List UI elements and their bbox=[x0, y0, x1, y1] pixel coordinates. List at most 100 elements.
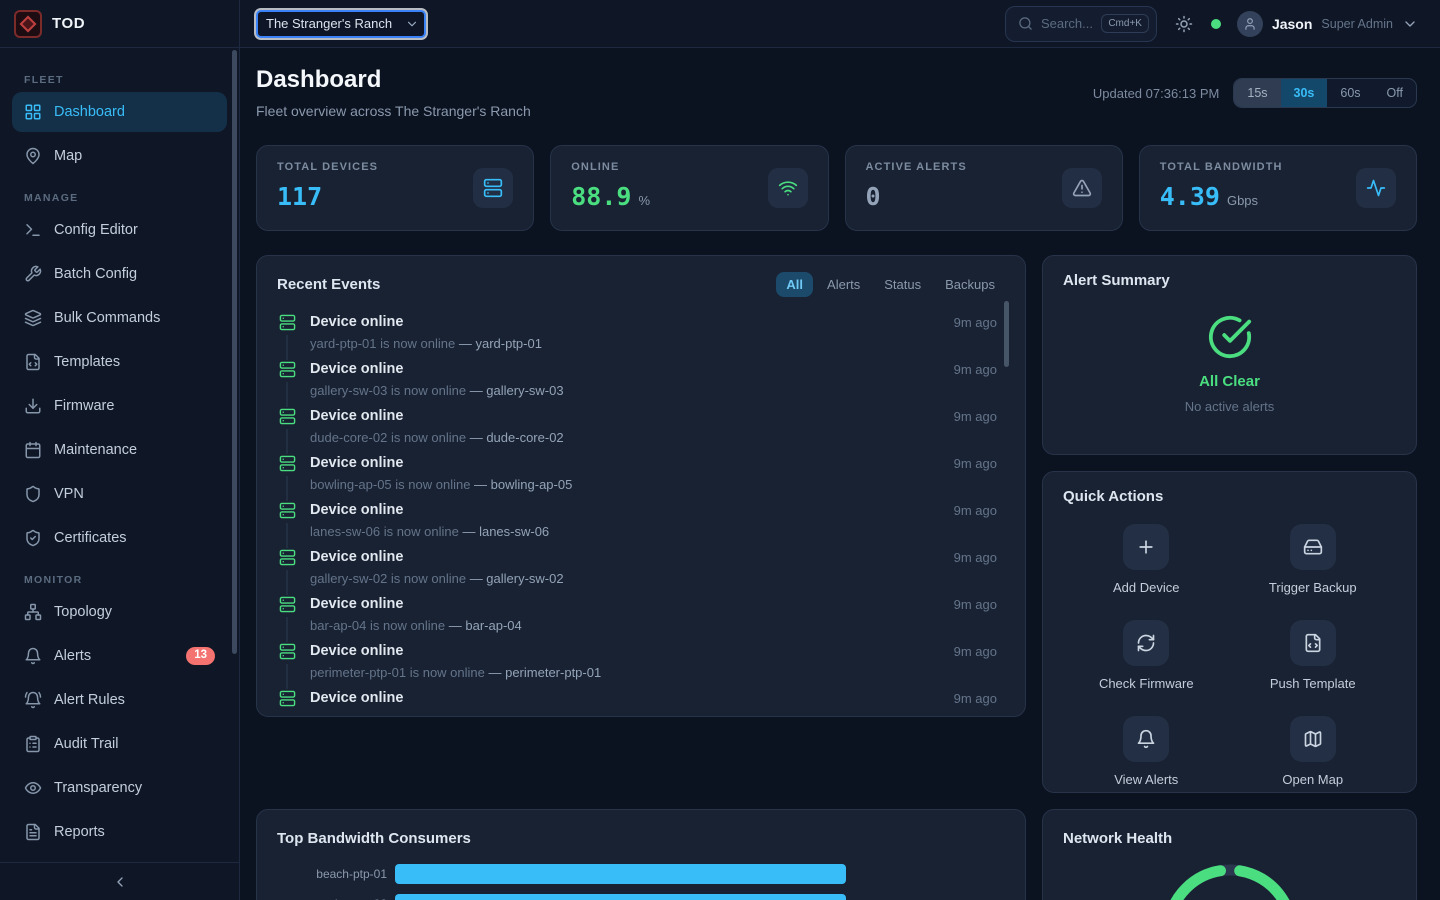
quick-action-trigger-backup[interactable]: Trigger Backup bbox=[1230, 524, 1397, 595]
layout-grid-icon bbox=[24, 103, 42, 121]
topbar-right: Search... Cmd+K Jason Super Admin bbox=[1005, 6, 1440, 42]
quick-action-add-device[interactable]: Add Device bbox=[1063, 524, 1230, 595]
event-row[interactable]: Device onlinebowling-ap-05 is now online… bbox=[277, 454, 997, 493]
search-icon bbox=[1018, 16, 1033, 31]
global-search[interactable]: Search... Cmd+K bbox=[1005, 6, 1157, 42]
sidebar-item-label: Certificates bbox=[54, 530, 127, 546]
event-row[interactable]: Device onlinedude-core-02 is now online … bbox=[277, 407, 997, 446]
chevron-down-icon bbox=[1402, 16, 1418, 32]
event-row[interactable]: Device onlinelanes-sw-06 is now online —… bbox=[277, 501, 997, 540]
sidebar-item-label: Audit Trail bbox=[54, 736, 118, 752]
sidebar-item-config-editor[interactable]: Config Editor bbox=[12, 210, 227, 250]
sidebar-item-templates[interactable]: Templates bbox=[12, 342, 227, 382]
stat-value: 117 bbox=[277, 182, 322, 211]
event-row[interactable]: Device onlinebar-ap-04 is now online — b… bbox=[277, 595, 997, 634]
user-icon bbox=[1243, 17, 1257, 31]
sidebar-section-label: FLEET bbox=[24, 74, 215, 86]
event-subtitle: gallery-sw-03 is now online — gallery-sw… bbox=[310, 382, 941, 399]
map-pin-icon bbox=[24, 147, 42, 165]
stat-value: 4.39 bbox=[1160, 182, 1220, 211]
server-icon bbox=[277, 642, 297, 664]
event-row[interactable]: Device online gallery-sw-02 is now online… bbox=[277, 548, 997, 587]
stat-value: 88.9 bbox=[571, 182, 631, 211]
file-code-icon bbox=[1290, 620, 1336, 666]
site-selector[interactable]: The Stranger's Ranch bbox=[256, 10, 426, 38]
gauge-ring bbox=[1160, 862, 1300, 900]
sidebar-item-dashboard[interactable]: Dashboard bbox=[12, 92, 227, 132]
quick-actions-grid: Add Device Trigger BackupCheck Firmware Pu… bbox=[1063, 524, 1396, 787]
sidebar-item-label: Dashboard bbox=[54, 104, 125, 120]
sidebar-scrollbar-thumb[interactable] bbox=[232, 50, 237, 654]
file-code-icon bbox=[24, 353, 42, 371]
sidebar-item-vpn[interactable]: VPN bbox=[12, 474, 227, 514]
events-tab-alerts[interactable]: Alerts bbox=[817, 272, 870, 297]
sidebar-item-label: Alert Rules bbox=[54, 692, 125, 708]
event-row[interactable]: Device onlineyard-ptp-01 is now online —… bbox=[277, 313, 997, 352]
refresh-option-30s[interactable]: 30s bbox=[1281, 79, 1328, 107]
chevron-left-icon bbox=[112, 874, 128, 890]
sidebar-collapse-button[interactable] bbox=[0, 862, 239, 900]
refresh-option-15s[interactable]: 15s bbox=[1234, 79, 1280, 107]
quick-action-open-map[interactable]: Open Map bbox=[1230, 716, 1397, 787]
server-icon bbox=[277, 595, 297, 617]
sidebar-item-certificates[interactable]: Certificates bbox=[12, 518, 227, 558]
stat-card-total-devices: TOTAL DEVICES117 bbox=[256, 145, 534, 231]
right-column: Alert Summary All Clear No active alerts… bbox=[1042, 255, 1417, 793]
sidebar-item-audit-trail[interactable]: Audit Trail bbox=[12, 724, 227, 764]
refresh-option-off[interactable]: Off bbox=[1374, 79, 1416, 107]
events-tab-backups[interactable]: Backups bbox=[935, 272, 1005, 297]
quick-action-label: View Alerts bbox=[1114, 772, 1178, 787]
event-row[interactable]: Device onlineperimeter-ptp-01 is now onl… bbox=[277, 642, 997, 681]
server-icon bbox=[277, 313, 297, 335]
search-shortcut-badge: Cmd+K bbox=[1101, 14, 1149, 33]
sidebar-item-map[interactable]: Map bbox=[12, 136, 227, 176]
event-subtitle: gallery-sw-02 is now online — gallery-sw… bbox=[310, 570, 941, 587]
sidebar-section-label: MANAGE bbox=[24, 192, 215, 204]
network-health-panel: Network Health 89 bbox=[1042, 809, 1417, 900]
sidebar-item-batch-config[interactable]: Batch Config bbox=[12, 254, 227, 294]
clipboard-list-icon bbox=[24, 735, 42, 753]
avatar bbox=[1237, 11, 1263, 37]
sidebar-item-topology[interactable]: Topology bbox=[12, 592, 227, 632]
sidebar-item-alerts[interactable]: Alerts13 bbox=[12, 636, 227, 676]
updated-timestamp: Updated 07:36:13 PM bbox=[1093, 86, 1219, 101]
quick-action-label: Add Device bbox=[1113, 580, 1179, 595]
event-title: Device online bbox=[310, 689, 941, 708]
quick-action-push-template[interactable]: Push Template bbox=[1230, 620, 1397, 691]
wrench-icon bbox=[24, 265, 42, 283]
sidebar-section-monitor: MONITORTopologyAlerts13Alert RulesAudit … bbox=[12, 574, 227, 852]
app-logo-icon bbox=[14, 10, 42, 38]
events-scrollbar-thumb[interactable] bbox=[1004, 301, 1009, 367]
bandwidth-bar bbox=[395, 894, 846, 900]
sidebar-item-transparency[interactable]: Transparency bbox=[12, 768, 227, 808]
network-health-title: Network Health bbox=[1063, 830, 1172, 847]
sidebar-item-reports[interactable]: Reports bbox=[12, 812, 227, 852]
refresh-option-60s[interactable]: 60s bbox=[1327, 79, 1373, 107]
server-icon bbox=[277, 454, 297, 476]
sidebar-item-firmware[interactable]: Firmware bbox=[12, 386, 227, 426]
recent-events-title: Recent Events bbox=[277, 276, 380, 293]
theme-toggle-button[interactable] bbox=[1173, 13, 1195, 35]
site-selector-wrap: The Stranger's Ranch bbox=[256, 10, 426, 38]
quick-action-label: Push Template bbox=[1270, 676, 1356, 691]
event-row[interactable]: Device onlinegallery-sw-03 is now online… bbox=[277, 360, 997, 399]
sidebar-item-maintenance[interactable]: Maintenance bbox=[12, 430, 227, 470]
sidebar-item-alert-rules[interactable]: Alert Rules bbox=[12, 680, 227, 720]
events-tab-status[interactable]: Status bbox=[874, 272, 931, 297]
event-subtitle: bar-ap-04 is now online — bar-ap-04 bbox=[310, 617, 941, 634]
event-row[interactable]: Device online9m ago bbox=[277, 689, 997, 711]
quick-action-view-alerts[interactable]: View Alerts bbox=[1063, 716, 1230, 787]
server-icon bbox=[473, 168, 513, 208]
calendar-icon bbox=[24, 441, 42, 459]
quick-action-check-firmware[interactable]: Check Firmware bbox=[1063, 620, 1230, 691]
events-tab-all[interactable]: All bbox=[776, 272, 813, 297]
event-title: Device online bbox=[310, 548, 941, 567]
server-icon bbox=[277, 501, 297, 523]
event-timestamp: 9m ago bbox=[954, 642, 997, 681]
brand: TOD bbox=[0, 0, 240, 47]
sidebar-item-label: Maintenance bbox=[54, 442, 137, 458]
network-health-gauge: 89 bbox=[1160, 862, 1300, 900]
sidebar-item-bulk-commands[interactable]: Bulk Commands bbox=[12, 298, 227, 338]
user-menu[interactable]: Jason Super Admin bbox=[1237, 11, 1418, 37]
page-title: Dashboard bbox=[256, 66, 531, 94]
